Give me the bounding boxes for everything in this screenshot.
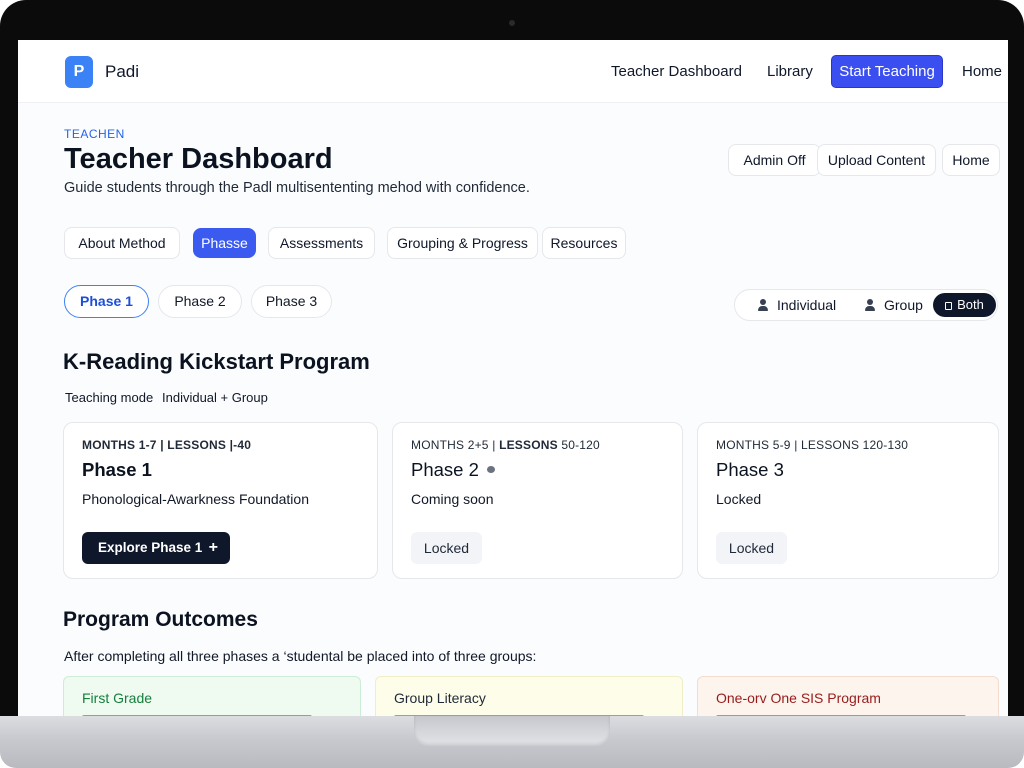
top-navigation: P Padi Teacher Dashboard Library Start T… xyxy=(18,40,1008,103)
phase-card-meta: MONTHS 5-9 | LESSONS 120-130 xyxy=(716,438,909,452)
phase-card-title: Phase 1 xyxy=(82,459,152,480)
teaching-mode-value: Individual + Group xyxy=(162,390,268,405)
mode-both-label: Both xyxy=(957,297,984,312)
outcome-text-line xyxy=(82,715,312,716)
tab-about-method[interactable]: About Method xyxy=(64,227,180,259)
phase-meta-lessons-range: 50-120 xyxy=(557,438,600,452)
phase-pill-2[interactable]: Phase 2 xyxy=(158,285,242,318)
teaching-mode-toggle: Individual Group Both xyxy=(734,289,998,321)
phase-pill-3[interactable]: Phase 3 xyxy=(251,285,332,318)
outcome-title: Group Literacy xyxy=(394,690,486,706)
admin-off-button[interactable]: Admin Off xyxy=(728,144,821,176)
phase-2-title-text: Phase 2 xyxy=(411,459,479,480)
phase-card-description: Coming soon xyxy=(411,491,494,507)
nav-home[interactable]: Home xyxy=(962,63,1002,80)
camera-dot xyxy=(509,20,515,26)
phase-card-meta: MONTHS 1-7 | LESSONS |-40 xyxy=(82,438,252,452)
page-eyebrow: TEACHEN xyxy=(64,127,125,141)
mode-group-label: Group xyxy=(884,297,923,313)
outcome-card-group-literacy[interactable]: Group Literacy xyxy=(375,676,683,716)
phase-card-description: Phonological-Awarkness Foundation xyxy=(82,491,309,507)
bookmark-icon xyxy=(945,302,953,310)
phase-card-meta: MONTHS 2+5 | LESSONS 50-120 xyxy=(411,438,600,452)
mode-both-option[interactable]: Both xyxy=(933,293,996,317)
phase-card-1: MONTHS 1-7 | LESSONS |-40 Phase 1 Phonol… xyxy=(63,422,378,579)
laptop-notch xyxy=(414,716,610,746)
phase-card-title: Phase 3 xyxy=(716,459,784,480)
upload-content-button[interactable]: Upload Content xyxy=(817,144,936,176)
header-home-button[interactable]: Home xyxy=(942,144,1000,176)
outcome-title: One-orv One SIS Program xyxy=(716,690,881,706)
phase-meta-months: MONTHS 2+5 | xyxy=(411,438,500,452)
teaching-mode-label: Teaching mode xyxy=(65,390,154,405)
person-icon xyxy=(864,299,876,311)
outcome-title: First Grade xyxy=(82,690,153,706)
phase-card-3: MONTHS 5-9 | LESSONS 120-130 Phase 3 Loc… xyxy=(697,422,999,579)
outcome-text-line xyxy=(716,715,966,716)
tab-phases[interactable]: Phasse xyxy=(193,228,256,258)
phase-card-description: Locked xyxy=(716,491,762,507)
app-logo-icon[interactable]: P xyxy=(65,56,93,88)
phase-pill-1[interactable]: Phase 1 xyxy=(64,285,149,318)
explore-phase-1-button[interactable]: Explore Phase 1 + xyxy=(82,532,230,564)
phase-meta-lessons-label: LESSONS xyxy=(499,438,558,452)
mode-individual-label: Individual xyxy=(777,297,837,313)
mode-group-option[interactable]: Group xyxy=(864,297,923,313)
nav-library[interactable]: Library xyxy=(767,63,813,80)
outcome-card-first-grade[interactable]: First Grade xyxy=(63,676,361,716)
person-icon xyxy=(757,299,769,311)
outcome-card-one-on-one[interactable]: One-orv One SIS Program xyxy=(697,676,999,716)
nav-teacher-dashboard[interactable]: Teacher Dashboard xyxy=(611,63,742,80)
phase-card-title: Phase 2 xyxy=(411,459,495,481)
tab-grouping-progress[interactable]: Grouping & Progress xyxy=(387,227,538,259)
page-title: Teacher Dashboard xyxy=(64,143,333,175)
tab-assessments[interactable]: Assessments xyxy=(268,227,375,259)
program-title: K-Reading Kickstart Program xyxy=(63,349,370,374)
phase-card-2: MONTHS 2+5 | LESSONS 50-120 Phase 2 Comi… xyxy=(392,422,683,579)
app-name[interactable]: Padi xyxy=(105,62,139,82)
locked-badge: Locked xyxy=(411,532,482,564)
outcome-text-line xyxy=(394,715,644,716)
explore-button-label: Explore Phase 1 xyxy=(98,540,203,555)
start-teaching-button[interactable]: Start Teaching xyxy=(831,55,943,88)
tab-resources[interactable]: Resources xyxy=(542,227,626,259)
locked-badge: Locked xyxy=(716,532,787,564)
outcomes-intro: After completing all three phases a ‘stu… xyxy=(64,648,537,664)
status-dot-icon xyxy=(486,466,495,473)
outcomes-title: Program Outcomes xyxy=(63,608,258,631)
page-subtitle: Guide students through the Padl multisen… xyxy=(64,180,530,196)
mode-individual-option[interactable]: Individual xyxy=(757,297,836,313)
app-screen: P Padi Teacher Dashboard Library Start T… xyxy=(18,40,1008,716)
plus-icon: + xyxy=(208,539,218,556)
